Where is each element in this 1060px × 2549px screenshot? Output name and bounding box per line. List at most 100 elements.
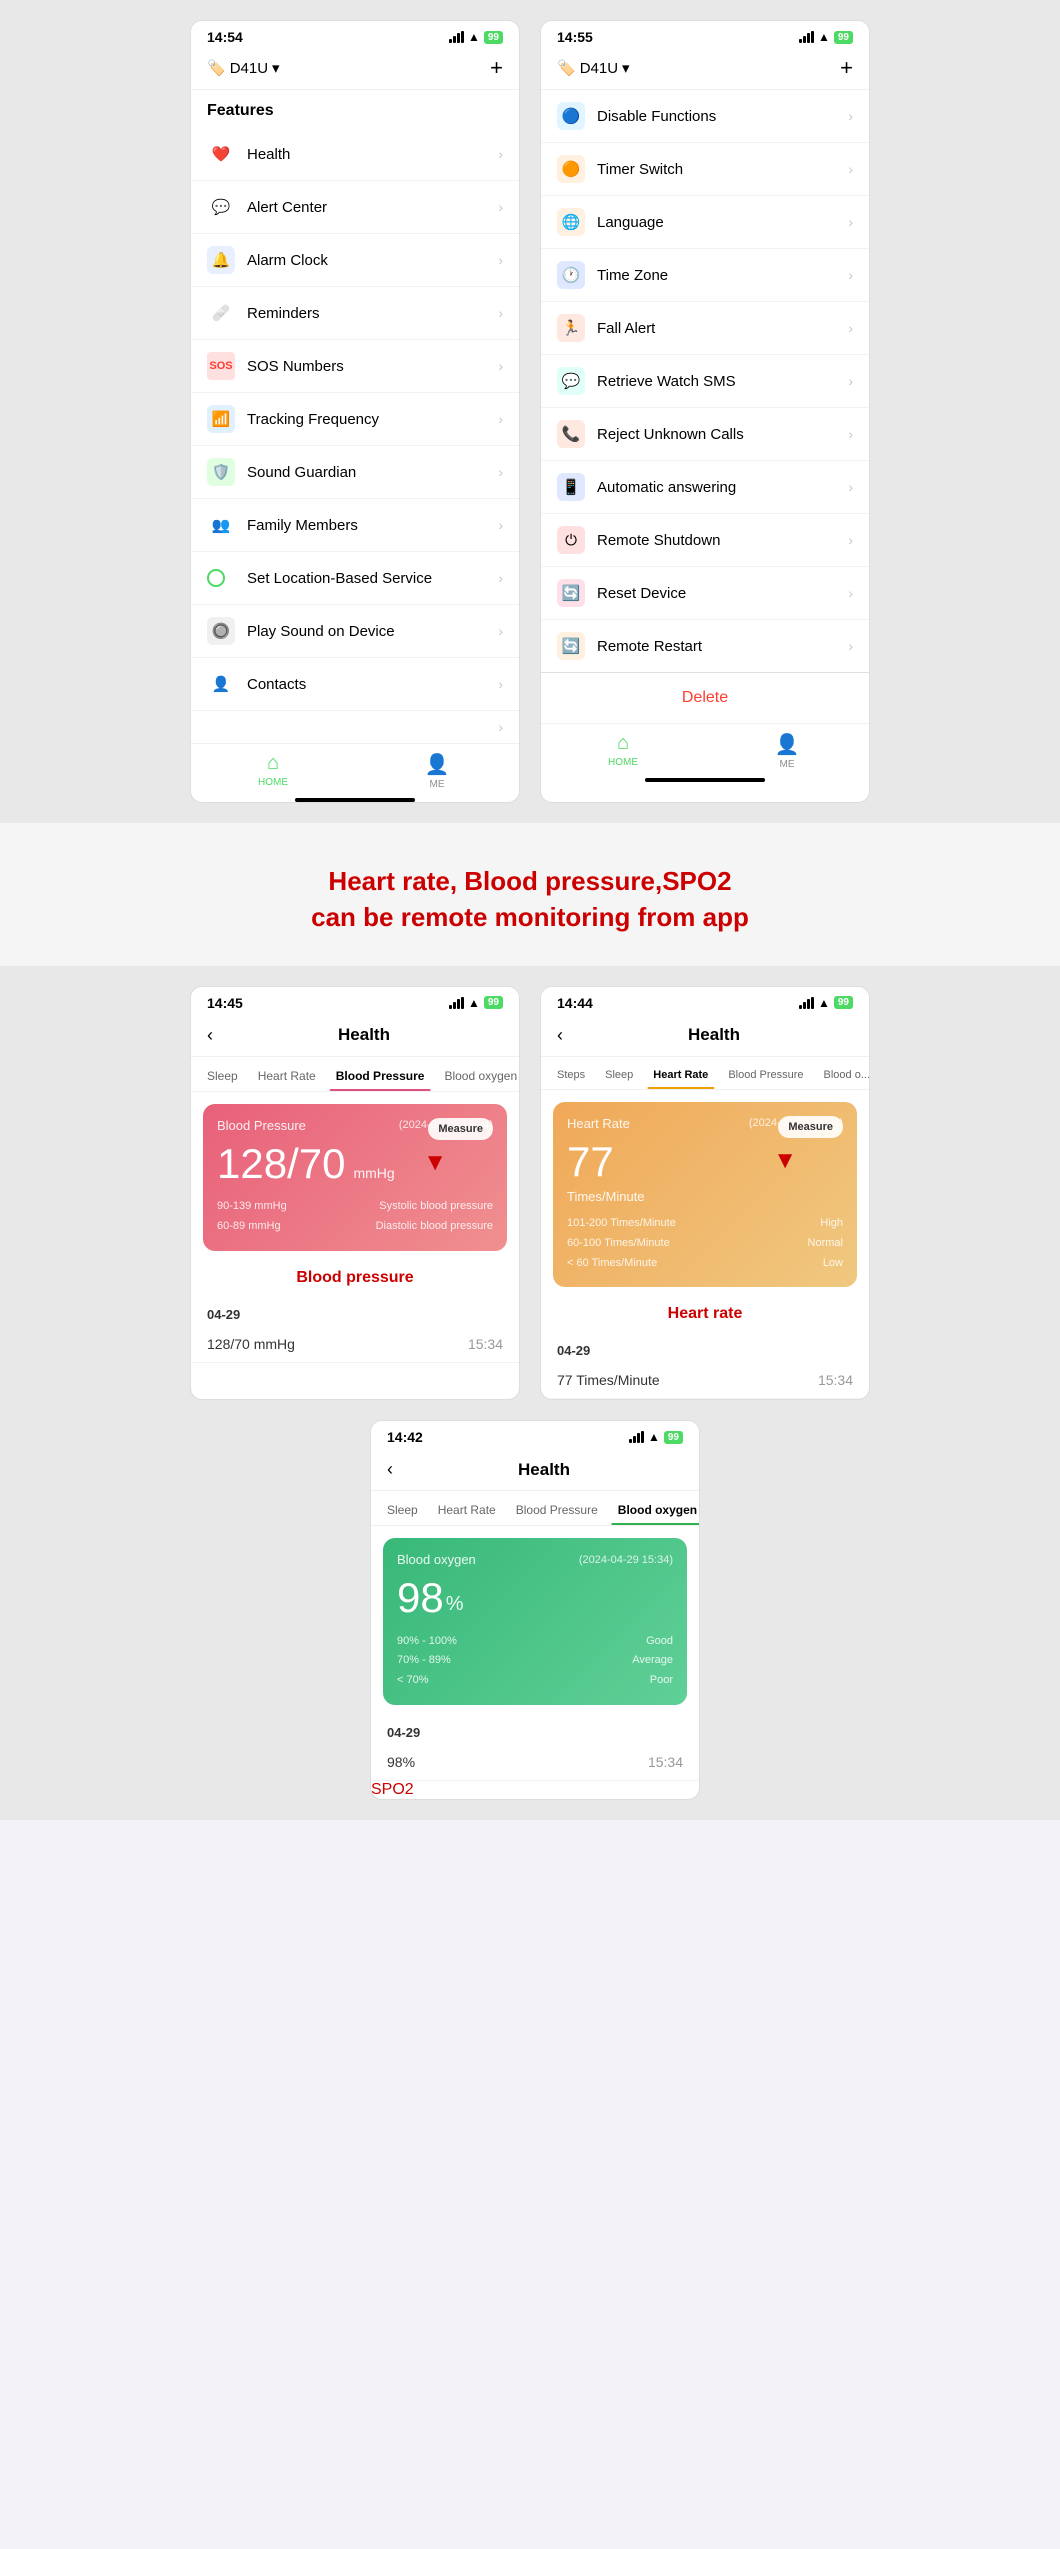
tab-sleep-bp[interactable]: Sleep: [201, 1065, 244, 1091]
menu-item-timer[interactable]: 🟠 Timer Switch ›: [541, 143, 869, 196]
bp-range-label-2: Diastolic blood pressure: [376, 1217, 493, 1237]
spo2-percent: %: [446, 1593, 464, 1616]
bp-card: Blood Pressure (2024-04-29 15:34) 128/70…: [203, 1104, 507, 1251]
menu-item-location[interactable]: Set Location-Based Service ›: [191, 552, 519, 605]
spo2-range-3: < 70% Poor: [397, 1671, 673, 1691]
hr-history-value: 77 Times/Minute: [557, 1372, 660, 1388]
tab-hr-spo2[interactable]: Heart Rate: [432, 1499, 502, 1525]
back-arrow-hr[interactable]: ‹: [557, 1025, 563, 1046]
tab-bo-hr[interactable]: Blood o...: [818, 1065, 869, 1089]
menu-item-disable[interactable]: 🔵 Disable Functions ›: [541, 90, 869, 143]
bp-red-arrow: ▼: [423, 1149, 447, 1177]
menu-item-family[interactable]: 👥 Family Members ›: [191, 499, 519, 552]
menu-item-sound-guardian[interactable]: 🛡️ Sound Guardian ›: [191, 446, 519, 499]
chevron-more: ›: [498, 719, 503, 735]
hr-range-label-2: Normal: [808, 1234, 843, 1254]
spo2-caption: SPO2: [371, 1781, 699, 1799]
menu-label-location: Set Location-Based Service: [247, 570, 498, 587]
menu-item-remote-shutdown[interactable]: ⏻ Remote Shutdown ›: [541, 514, 869, 567]
back-arrow-spo2[interactable]: ‹: [387, 1459, 393, 1480]
chevron-remote-restart: ›: [848, 638, 853, 654]
chevron-alert: ›: [498, 199, 503, 215]
hr-card: Heart Rate (2024-04-29 15:34) 77 Times/M…: [553, 1102, 857, 1288]
phone-footer-1: ⌂ HOME 👤 ME: [191, 743, 519, 794]
menu-item-fall[interactable]: 🏃 Fall Alert ›: [541, 302, 869, 355]
bp-range-val-2: 60-89 mmHg: [217, 1217, 281, 1237]
home-bar-1: [295, 798, 415, 802]
menu-item-alert[interactable]: 💬 Alert Center ›: [191, 181, 519, 234]
status-icons-1: ▲ 99: [449, 30, 503, 44]
add-button-2[interactable]: +: [840, 55, 853, 81]
contacts-icon: 👤: [207, 670, 235, 698]
status-icons-bp: ▲ 99: [449, 996, 503, 1010]
bp-measure-btn[interactable]: Measure: [428, 1118, 493, 1140]
hr-caption: Heart rate: [541, 1299, 869, 1335]
wifi-icon-bp: ▲: [468, 996, 480, 1010]
battery-1: 99: [484, 31, 503, 44]
health-screen-hr: 14:44 ▲ 99 ‹ Health Steps Sl: [540, 986, 870, 1401]
back-arrow-bp[interactable]: ‹: [207, 1025, 213, 1046]
menu-item-sos[interactable]: SOS SOS Numbers ›: [191, 340, 519, 393]
hr-range-val-1: 101-200 Times/Minute: [567, 1214, 676, 1234]
menu-item-language[interactable]: 🌐 Language ›: [541, 196, 869, 249]
hr-card-value: 77: [567, 1139, 614, 1185]
tab-bo-bp[interactable]: Blood oxygen: [438, 1065, 519, 1091]
reminders-icon: 🩹: [207, 299, 235, 327]
menu-label-reminders: Reminders: [247, 305, 498, 322]
menu-item-reset[interactable]: 🔄 Reset Device ›: [541, 567, 869, 620]
menu-label-alert: Alert Center: [247, 199, 498, 216]
delete-button[interactable]: Delete: [541, 672, 869, 723]
status-bar-1: 14:54 ▲ 99: [191, 21, 519, 49]
footer-tab-me-2[interactable]: 👤 ME: [705, 732, 869, 770]
menu-label-contacts: Contacts: [247, 676, 498, 693]
menu-item-more[interactable]: ›: [191, 711, 519, 743]
hr-red-arrow: ▼: [773, 1147, 797, 1175]
menu-item-reminders[interactable]: 🩹 Reminders ›: [191, 287, 519, 340]
bp-range-2: 60-89 mmHg Diastolic blood pressure: [217, 1217, 493, 1237]
sos-icon: SOS: [207, 352, 235, 380]
menu-item-tracking[interactable]: 📶 Tracking Frequency ›: [191, 393, 519, 446]
footer-label-me-2: ME: [780, 759, 795, 770]
chevron-location: ›: [498, 570, 503, 586]
menu-item-timezone[interactable]: 🕐 Time Zone ›: [541, 249, 869, 302]
footer-tab-home-2[interactable]: ⌂ HOME: [541, 732, 705, 770]
tab-bo-spo2[interactable]: Blood oxygen: [612, 1499, 699, 1525]
tab-bp-spo2[interactable]: Blood Pressure: [510, 1499, 604, 1525]
hr-ranges: 101-200 Times/Minute High 60-100 Times/M…: [567, 1214, 843, 1273]
tab-sleep-spo2[interactable]: Sleep: [381, 1499, 424, 1525]
menu-item-play-sound[interactable]: 🔘 Play Sound on Device ›: [191, 605, 519, 658]
menu-item-contacts[interactable]: 👤 Contacts ›: [191, 658, 519, 711]
menu-item-sms[interactable]: 💬 Retrieve Watch SMS ›: [541, 355, 869, 408]
tab-hr-bp[interactable]: Heart Rate: [252, 1065, 322, 1091]
hr-measure-btn[interactable]: Measure: [778, 1116, 843, 1138]
hr-card-label: Heart Rate: [567, 1116, 630, 1131]
time-2: 14:55: [557, 29, 593, 45]
menu-item-alarm[interactable]: 🔔 Alarm Clock ›: [191, 234, 519, 287]
tab-bp-hr[interactable]: Blood Pressure: [722, 1065, 809, 1089]
footer-tab-me-1[interactable]: 👤 ME: [355, 752, 519, 790]
tab-sleep-hr[interactable]: Sleep: [599, 1065, 639, 1089]
menu-item-health[interactable]: ❤️ Health ›: [191, 128, 519, 181]
bp-range-1: 90-139 mmHg Systolic blood pressure: [217, 1197, 493, 1217]
health-screen-bp: 14:45 ▲ 99 ‹ Health Sleep He: [190, 986, 520, 1401]
spo2-history-date: 04-29: [371, 1717, 699, 1744]
phone-footer-2: ⌂ HOME 👤 ME: [541, 723, 869, 774]
chevron-family: ›: [498, 517, 503, 533]
signal-icon-bp: [449, 997, 464, 1009]
tab-hr-hr[interactable]: Heart Rate: [647, 1065, 714, 1089]
menu-item-reject-calls[interactable]: 📞 Reject Unknown Calls ›: [541, 408, 869, 461]
spo2-range-label-3: Poor: [650, 1671, 673, 1691]
chevron-tracking: ›: [498, 411, 503, 427]
footer-tab-home-1[interactable]: ⌂ HOME: [191, 752, 355, 790]
hr-history-date: 04-29: [541, 1335, 869, 1362]
bp-ranges: 90-139 mmHg Systolic blood pressure 60-8…: [217, 1197, 493, 1237]
health-screens-section: 14:45 ▲ 99 ‹ Health Sleep He: [0, 966, 1060, 1820]
tab-steps-hr[interactable]: Steps: [551, 1065, 591, 1089]
menu-label-language: Language: [597, 214, 848, 231]
status-icons-hr: ▲ 99: [799, 996, 853, 1010]
menu-item-auto-answer[interactable]: 📱 Automatic answering ›: [541, 461, 869, 514]
tab-bp-bp[interactable]: Blood Pressure: [330, 1065, 431, 1091]
menu-item-remote-restart[interactable]: 🔄 Remote Restart ›: [541, 620, 869, 672]
add-button-1[interactable]: +: [490, 55, 503, 81]
menu-label-remote-restart: Remote Restart: [597, 638, 848, 655]
